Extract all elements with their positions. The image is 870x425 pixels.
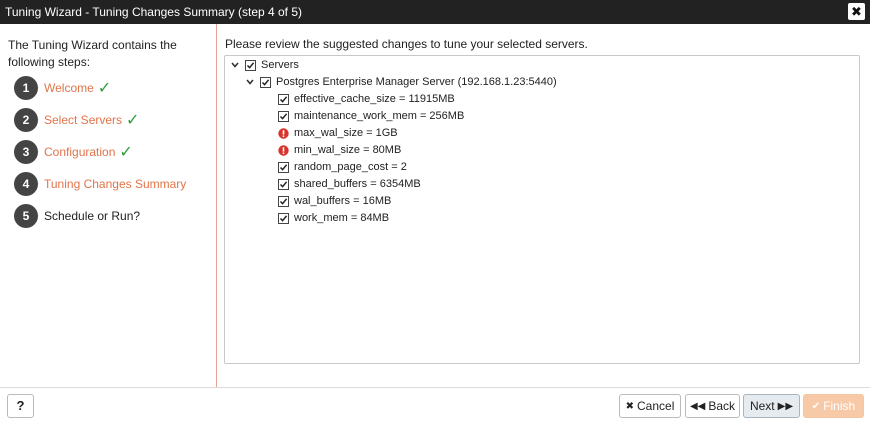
- tree-node-label: Postgres Enterprise Manager Server (192.…: [276, 76, 557, 88]
- wizard-steps-panel: The Tuning Wizard contains the following…: [0, 24, 217, 387]
- tree-param-item: effective_cache_size = 11915MB: [278, 91, 455, 107]
- step-label: Tuning Changes Summary: [44, 177, 187, 191]
- changes-tree: Servers Postgres Enterprise Manager Serv…: [224, 55, 860, 364]
- checkmark-icon: ✓: [97, 80, 112, 97]
- back-button-label: Back: [708, 399, 736, 413]
- chevron-down-icon[interactable]: [245, 77, 255, 87]
- help-button[interactable]: ?: [7, 394, 34, 418]
- checkmark-icon: ✓: [119, 144, 133, 161]
- param-label: wal_buffers = 16MB: [294, 195, 392, 207]
- step-number-badge: 3: [14, 140, 38, 164]
- step-tuning-changes-summary: 4 Tuning Changes Summary: [14, 172, 186, 196]
- tree-param-item: maintenance_work_mem = 256MB: [278, 108, 464, 124]
- dialog-footer: ? ✖ Cancel ◀◀ Back Next ▶▶ ✔ Finish: [0, 387, 870, 425]
- step-label: Schedule or Run?: [44, 209, 141, 223]
- param-label: shared_buffers = 6354MB: [294, 178, 421, 190]
- tree-param-item: max_wal_size = 1GB: [278, 125, 398, 141]
- tree-param-item: shared_buffers = 6354MB: [278, 176, 421, 192]
- step-number-badge: 4: [14, 172, 38, 196]
- tree-param-item: wal_buffers = 16MB: [278, 193, 391, 209]
- tree-node-label: Servers: [261, 59, 299, 71]
- step-welcome: 1 Welcome ✓: [14, 76, 111, 100]
- warning-icon: [278, 127, 289, 139]
- tree-param-item: work_mem = 84MB: [278, 210, 389, 226]
- checkbox-checked-icon[interactable]: [278, 195, 289, 207]
- dialog-title: Tuning Wizard - Tuning Changes Summary (…: [5, 5, 303, 19]
- cancel-button-label: Cancel: [637, 399, 675, 413]
- param-label: max_wal_size = 1GB: [294, 127, 398, 139]
- checkbox-checked-icon[interactable]: [278, 93, 289, 105]
- param-label: work_mem = 84MB: [294, 212, 390, 224]
- fast-forward-icon: ▶▶: [777, 400, 794, 412]
- fast-backward-icon: ◀◀: [689, 400, 706, 412]
- close-icon: ✖: [625, 400, 635, 412]
- checkbox-checked-icon[interactable]: [245, 59, 256, 71]
- close-button[interactable]: ✖: [848, 3, 865, 20]
- close-icon: ✖: [851, 4, 862, 19]
- tree-node-server: Postgres Enterprise Manager Server (192.…: [245, 74, 557, 90]
- checkbox-checked-icon[interactable]: [278, 178, 289, 190]
- checkbox-checked-icon[interactable]: [260, 76, 271, 88]
- checkbox-checked-icon[interactable]: [278, 110, 289, 122]
- step-number-badge: 1: [14, 76, 38, 100]
- finish-button[interactable]: ✔ Finish: [803, 394, 864, 418]
- finish-button-label: Finish: [823, 399, 856, 413]
- tree-param-item: random_page_cost = 2: [278, 159, 407, 175]
- summary-panel: Please review the suggested changes to t…: [218, 24, 870, 387]
- checkmark-icon: ✓: [126, 112, 140, 129]
- steps-intro-text: The Tuning Wizard contains the following…: [8, 38, 177, 69]
- next-button-label: Next: [749, 399, 775, 413]
- tree-param-item: min_wal_size = 80MB: [278, 142, 401, 158]
- cancel-button[interactable]: ✖ Cancel: [619, 394, 681, 418]
- step-label: Select Servers: [44, 113, 123, 127]
- step-number-badge: 2: [14, 108, 38, 132]
- param-label: maintenance_work_mem = 256MB: [294, 110, 465, 122]
- step-label: Configuration: [44, 145, 116, 159]
- checkbox-checked-icon[interactable]: [278, 212, 289, 224]
- back-button[interactable]: ◀◀ Back: [685, 394, 740, 418]
- param-label: min_wal_size = 80MB: [294, 144, 402, 156]
- next-button[interactable]: Next ▶▶: [743, 394, 800, 418]
- instruction-text: Please review the suggested changes to t…: [225, 37, 588, 51]
- dialog-titlebar: Tuning Wizard - Tuning Changes Summary (…: [0, 0, 870, 24]
- warning-icon: [278, 144, 289, 156]
- step-configuration: 3 Configuration ✓: [14, 140, 133, 164]
- param-label: effective_cache_size = 11915MB: [294, 93, 455, 105]
- step-select-servers: 2 Select Servers ✓: [14, 108, 139, 132]
- param-label: random_page_cost = 2: [294, 161, 407, 173]
- step-number-badge: 5: [14, 204, 38, 228]
- step-label: Welcome: [44, 81, 94, 95]
- chevron-down-icon[interactable]: [230, 60, 240, 70]
- checkbox-checked-icon[interactable]: [278, 161, 289, 173]
- checkmark-icon: ✔: [811, 400, 821, 412]
- tree-node-servers: Servers: [230, 57, 299, 73]
- step-schedule-or-run: 5 Schedule or Run?: [14, 204, 140, 228]
